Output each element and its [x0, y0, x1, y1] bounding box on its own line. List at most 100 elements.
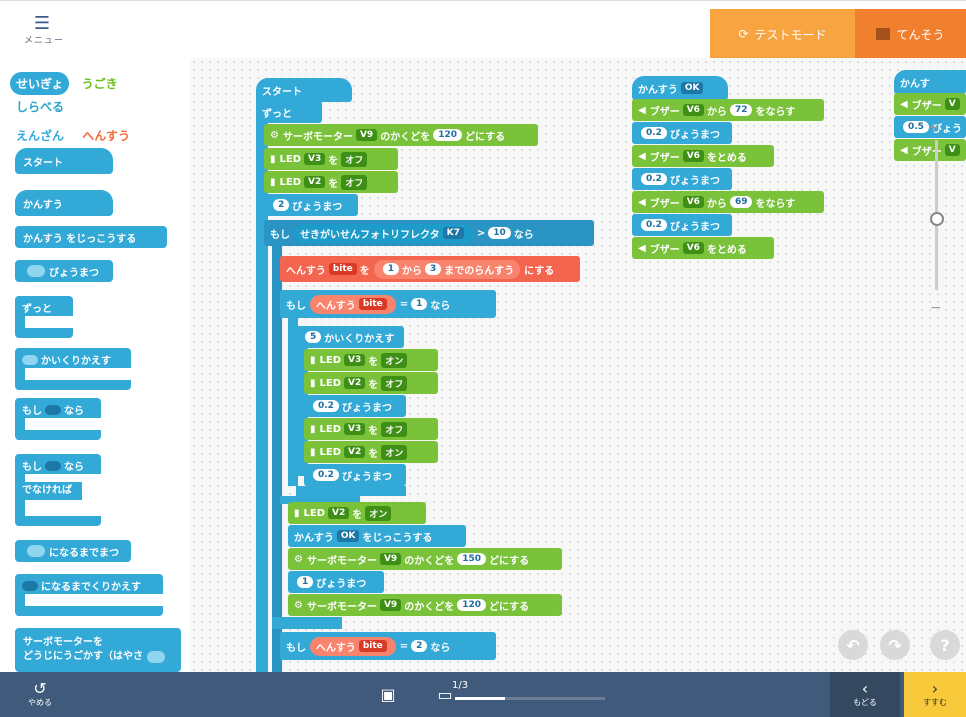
- led-block-4[interactable]: ▮ LED V2 を オフ: [304, 372, 438, 394]
- if-sensor-block[interactable]: もし せきがいせんフォトリフレクタ K7 > 10 なら: [264, 220, 594, 246]
- zoom-knob[interactable]: [930, 212, 944, 226]
- if-bite-2-block[interactable]: もし へんすう bite = 2 なら: [280, 632, 496, 660]
- test-mode-button[interactable]: ⟳ テストモード: [710, 9, 855, 59]
- led-port-dropdown[interactable]: V3: [344, 354, 366, 366]
- buzzer-port-dropdown[interactable]: V: [944, 144, 960, 156]
- variable-name-dropdown[interactable]: bite: [358, 640, 387, 652]
- led-port-dropdown[interactable]: V2: [328, 507, 350, 519]
- set-variable-block[interactable]: へんすう bite を 1 から 3 までのらんすう にする: [280, 256, 580, 282]
- wait-seconds-input[interactable]: 0.2: [641, 127, 667, 139]
- back-button[interactable]: ‹ もどる: [830, 672, 900, 717]
- variable-name-dropdown[interactable]: bite: [328, 263, 357, 275]
- led-state-dropdown[interactable]: オフ: [341, 151, 368, 167]
- call-function-block[interactable]: かんすう OK をじっこうする: [288, 525, 466, 547]
- palette-start-block[interactable]: スタート: [15, 148, 113, 174]
- tab-sensing[interactable]: しらべる: [10, 95, 70, 118]
- zoom-out-icon[interactable]: −: [930, 300, 942, 316]
- led-state-dropdown[interactable]: オン: [365, 505, 392, 521]
- servo-block-3[interactable]: ⚙ サーボモーター V9 のかくどを 120 どにする: [288, 594, 562, 616]
- sensor-threshold-input[interactable]: 10: [488, 227, 511, 239]
- tab-motion[interactable]: うごき: [76, 72, 124, 95]
- function-name-field[interactable]: OK: [680, 82, 704, 94]
- palette-wait-block[interactable]: びょうまつ: [15, 260, 113, 282]
- wait-seconds-input[interactable]: 0.2: [641, 173, 667, 185]
- buzzer-port-dropdown[interactable]: V6: [682, 196, 704, 208]
- redo-circle-icon[interactable]: ↷: [880, 630, 910, 660]
- wait-block-1[interactable]: 2 びょうまつ: [264, 194, 358, 216]
- repeat-count-input[interactable]: 5: [305, 331, 322, 343]
- wait-seconds-input[interactable]: 0.5: [903, 121, 929, 133]
- servo-port-dropdown[interactable]: V9: [379, 599, 402, 611]
- function-name-dropdown[interactable]: OK: [336, 530, 360, 542]
- wait-seconds-input[interactable]: 1: [297, 576, 314, 588]
- repeat-block[interactable]: 5 かいくりかえす: [296, 326, 404, 348]
- random-from-input[interactable]: 1: [382, 263, 400, 275]
- buzzer-note-input[interactable]: 69: [729, 196, 753, 208]
- led-block-7[interactable]: ▮ LED V2 を オン: [288, 502, 426, 524]
- led-port-dropdown[interactable]: V3: [304, 153, 326, 165]
- led-state-dropdown[interactable]: オフ: [341, 174, 368, 190]
- led-block-5[interactable]: ▮ LED V3 を オフ: [304, 418, 438, 440]
- send-button[interactable]: てんそう: [855, 9, 966, 59]
- wait-block-3[interactable]: 0.2 びょうまつ: [304, 464, 406, 486]
- start-block[interactable]: スタート: [256, 78, 352, 102]
- led-port-dropdown[interactable]: V3: [344, 423, 366, 435]
- variable-reporter[interactable]: へんすう bite: [310, 636, 396, 656]
- compare-value-input[interactable]: 1: [411, 298, 428, 310]
- led-block-6[interactable]: ▮ LED V2 を オン: [304, 441, 438, 463]
- buzzer-stop-block-2[interactable]: ◀ ブザー V6 をとめる: [632, 237, 774, 259]
- course-icon-button[interactable]: ▭: [430, 672, 460, 717]
- buzzer-port-dropdown[interactable]: V: [944, 98, 960, 110]
- compare-value-input[interactable]: 2: [411, 640, 428, 652]
- zoom-in-icon[interactable]: +: [928, 120, 940, 136]
- random-to-input[interactable]: 3: [425, 263, 442, 275]
- servo-angle-input[interactable]: 120: [457, 599, 486, 611]
- sensor-condition[interactable]: せきがいせんフォトリフレクタ K7: [294, 223, 473, 243]
- help-icon[interactable]: ?: [930, 630, 960, 660]
- random-expression[interactable]: 1 から 3 までのらんすう: [373, 259, 521, 279]
- tab-operators[interactable]: えんざん: [10, 124, 70, 147]
- undo-circle-icon[interactable]: ↶: [838, 630, 868, 660]
- ok-wait-block-2[interactable]: 0.2 びょうまつ: [632, 168, 732, 190]
- palette-servo-speed-block[interactable]: サーボモーターを どうじにうごかす（はやさ: [15, 628, 181, 672]
- palette-wait-until-block[interactable]: になるまでまつ: [15, 540, 131, 562]
- led-state-dropdown[interactable]: オフ: [381, 375, 408, 391]
- led-state-dropdown[interactable]: オン: [381, 444, 408, 460]
- buzzer-port-dropdown[interactable]: V6: [682, 104, 704, 116]
- tab-variables[interactable]: へんすう: [76, 124, 136, 147]
- buzzer-play-block-2[interactable]: ◀ ブザー V6 から 69 をならす: [632, 191, 824, 213]
- led-port-dropdown[interactable]: V2: [344, 377, 366, 389]
- wait-seconds-input[interactable]: 0.2: [313, 400, 339, 412]
- led-port-dropdown[interactable]: V2: [304, 176, 326, 188]
- buzzer-stop-block-1[interactable]: ◀ ブザー V6 をとめる: [632, 145, 774, 167]
- menu-button[interactable]: ☰ メニュー: [14, 15, 74, 51]
- led-block-3[interactable]: ▮ LED V3 を オン: [304, 349, 438, 371]
- function-ok-header[interactable]: かんすう OK: [632, 76, 728, 100]
- wait-seconds-input[interactable]: 0.2: [641, 219, 667, 231]
- forever-block[interactable]: ずっと: [256, 101, 322, 123]
- sensor-port-dropdown[interactable]: K7: [442, 227, 464, 239]
- servo-port-dropdown[interactable]: V9: [379, 553, 402, 565]
- wait-seconds-input[interactable]: 2: [273, 199, 290, 211]
- buzzer-play-block-1[interactable]: ◀ ブザー V6 から 72 をならす: [632, 99, 824, 121]
- led-port-dropdown[interactable]: V2: [344, 446, 366, 458]
- buzzer-port-dropdown[interactable]: V6: [682, 242, 704, 254]
- right-buzzer-block-1[interactable]: ◀ ブザー V: [894, 93, 966, 115]
- robot-view-button[interactable]: ▣: [376, 672, 400, 717]
- servo-port-dropdown[interactable]: V9: [355, 129, 378, 141]
- servo-angle-input[interactable]: 150: [457, 553, 486, 565]
- led-block-1[interactable]: ▮ LED V3 を オフ: [264, 148, 398, 170]
- servo-block-2[interactable]: ⚙ サーボモーター V9 のかくどを 150 どにする: [288, 548, 562, 570]
- ok-wait-block-1[interactable]: 0.2 びょうまつ: [632, 122, 732, 144]
- variable-reporter[interactable]: へんすう bite: [310, 294, 396, 314]
- servo-angle-input[interactable]: 120: [433, 129, 462, 141]
- if-bite-1-block[interactable]: もし へんすう bite = 1 なら: [280, 290, 496, 318]
- ok-wait-block-3[interactable]: 0.2 びょうまつ: [632, 214, 732, 236]
- buzzer-port-dropdown[interactable]: V6: [682, 150, 704, 162]
- led-state-dropdown[interactable]: オン: [381, 352, 408, 368]
- led-block-2[interactable]: ▮ LED V2 を オフ: [264, 171, 398, 193]
- variable-name-dropdown[interactable]: bite: [358, 298, 387, 310]
- palette-function-block[interactable]: かんすう: [15, 190, 113, 216]
- quit-button[interactable]: ↺ やめる: [20, 672, 60, 717]
- palette-call-function-block[interactable]: かんすう をじっこうする: [15, 226, 167, 248]
